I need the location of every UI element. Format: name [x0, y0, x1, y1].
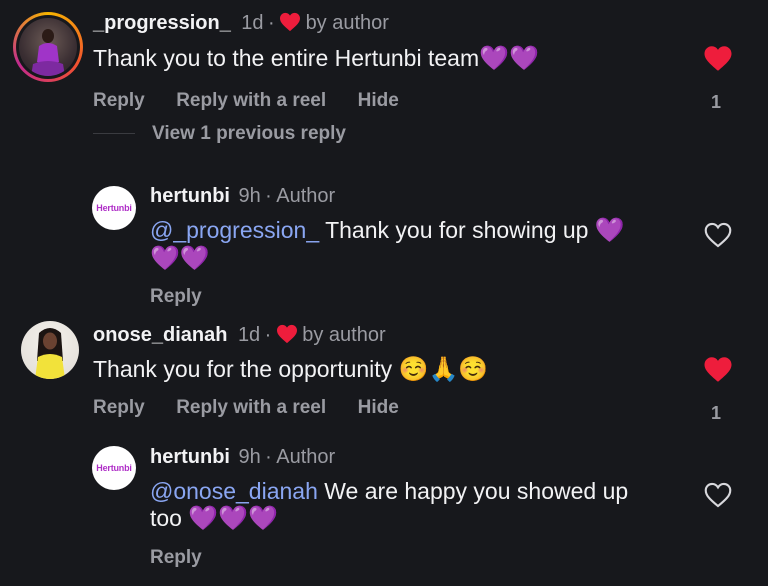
- reply-text: We are happy you showed up: [317, 478, 629, 504]
- comment-time: 1d: [241, 12, 264, 34]
- reply-like-button[interactable]: [704, 482, 732, 513]
- reply-button[interactable]: Reply: [150, 286, 202, 308]
- comment-time: 1d: [237, 324, 261, 346]
- reply-time: 9h: [238, 185, 261, 207]
- heart-outline-icon: [704, 482, 732, 508]
- comment-like-button[interactable]: [703, 356, 733, 388]
- comment-like-button[interactable]: [703, 45, 733, 77]
- heart-filled-icon: [279, 12, 301, 37]
- reply-with-reel-button[interactable]: Reply with a reel: [176, 90, 326, 111]
- liked-by-author-label: by author: [302, 324, 386, 346]
- heart-outline-icon: [704, 222, 732, 248]
- avatar-image: [35, 328, 65, 379]
- like-count: 1: [711, 403, 722, 423]
- replies-divider: [93, 133, 135, 134]
- mention-link[interactable]: @_progression_: [150, 217, 319, 243]
- heart-filled-icon: [704, 357, 732, 382]
- heart-filled-icon: [276, 324, 298, 349]
- avatar[interactable]: [19, 18, 77, 76]
- avatar[interactable]: Hertunbi: [92, 186, 136, 230]
- separator-dot: ·: [267, 12, 275, 34]
- reply-time: 9h: [238, 446, 261, 468]
- comments-panel: _progression_ 1d · by author Thank you t…: [0, 0, 768, 586]
- author-label: · Author: [265, 446, 336, 468]
- reply-emoji: 💜💜: [150, 245, 210, 272]
- heart-filled-icon: [704, 46, 732, 71]
- liked-by-author-label: by author: [305, 12, 389, 34]
- reply-button[interactable]: Reply: [150, 547, 202, 569]
- hide-button[interactable]: Hide: [358, 90, 399, 111]
- mention-link[interactable]: @onose_dianah: [150, 478, 318, 504]
- hide-button[interactable]: Hide: [358, 397, 399, 418]
- reply-username[interactable]: hertunbi: [150, 446, 230, 468]
- comment-username[interactable]: onose_dianah: [93, 324, 227, 346]
- reply-text: Thank you for showing up: [319, 217, 595, 243]
- reply-like-button[interactable]: [704, 222, 732, 253]
- reply-button[interactable]: Reply: [93, 90, 145, 111]
- reply-emoji: 💜💜💜: [188, 505, 279, 532]
- brand-logo: Hertunbi: [96, 203, 132, 213]
- reply-with-reel-button[interactable]: Reply with a reel: [176, 397, 326, 418]
- reply-emoji: 💜: [594, 217, 625, 244]
- avatar-image: [31, 29, 65, 76]
- comment-text: Thank you to the entire Hertunbi team: [93, 45, 480, 71]
- author-label: · Author: [265, 185, 336, 207]
- comment-emoji: ☺️🙏☺️: [398, 356, 489, 383]
- comment-username[interactable]: _progression_: [93, 12, 231, 34]
- like-count: 1: [711, 92, 722, 112]
- brand-logo: Hertunbi: [96, 463, 132, 473]
- comment-text: Thank you for the opportunity: [93, 356, 399, 382]
- avatar[interactable]: [21, 321, 79, 379]
- view-previous-replies-button[interactable]: View 1 previous reply: [152, 123, 346, 145]
- separator-dot: ·: [264, 324, 272, 346]
- reply-text: too: [150, 505, 189, 531]
- reply-username[interactable]: hertunbi: [150, 185, 230, 207]
- reply-button[interactable]: Reply: [93, 397, 145, 418]
- comment-emoji: 💜💜: [479, 45, 539, 72]
- avatar[interactable]: Hertunbi: [92, 446, 136, 490]
